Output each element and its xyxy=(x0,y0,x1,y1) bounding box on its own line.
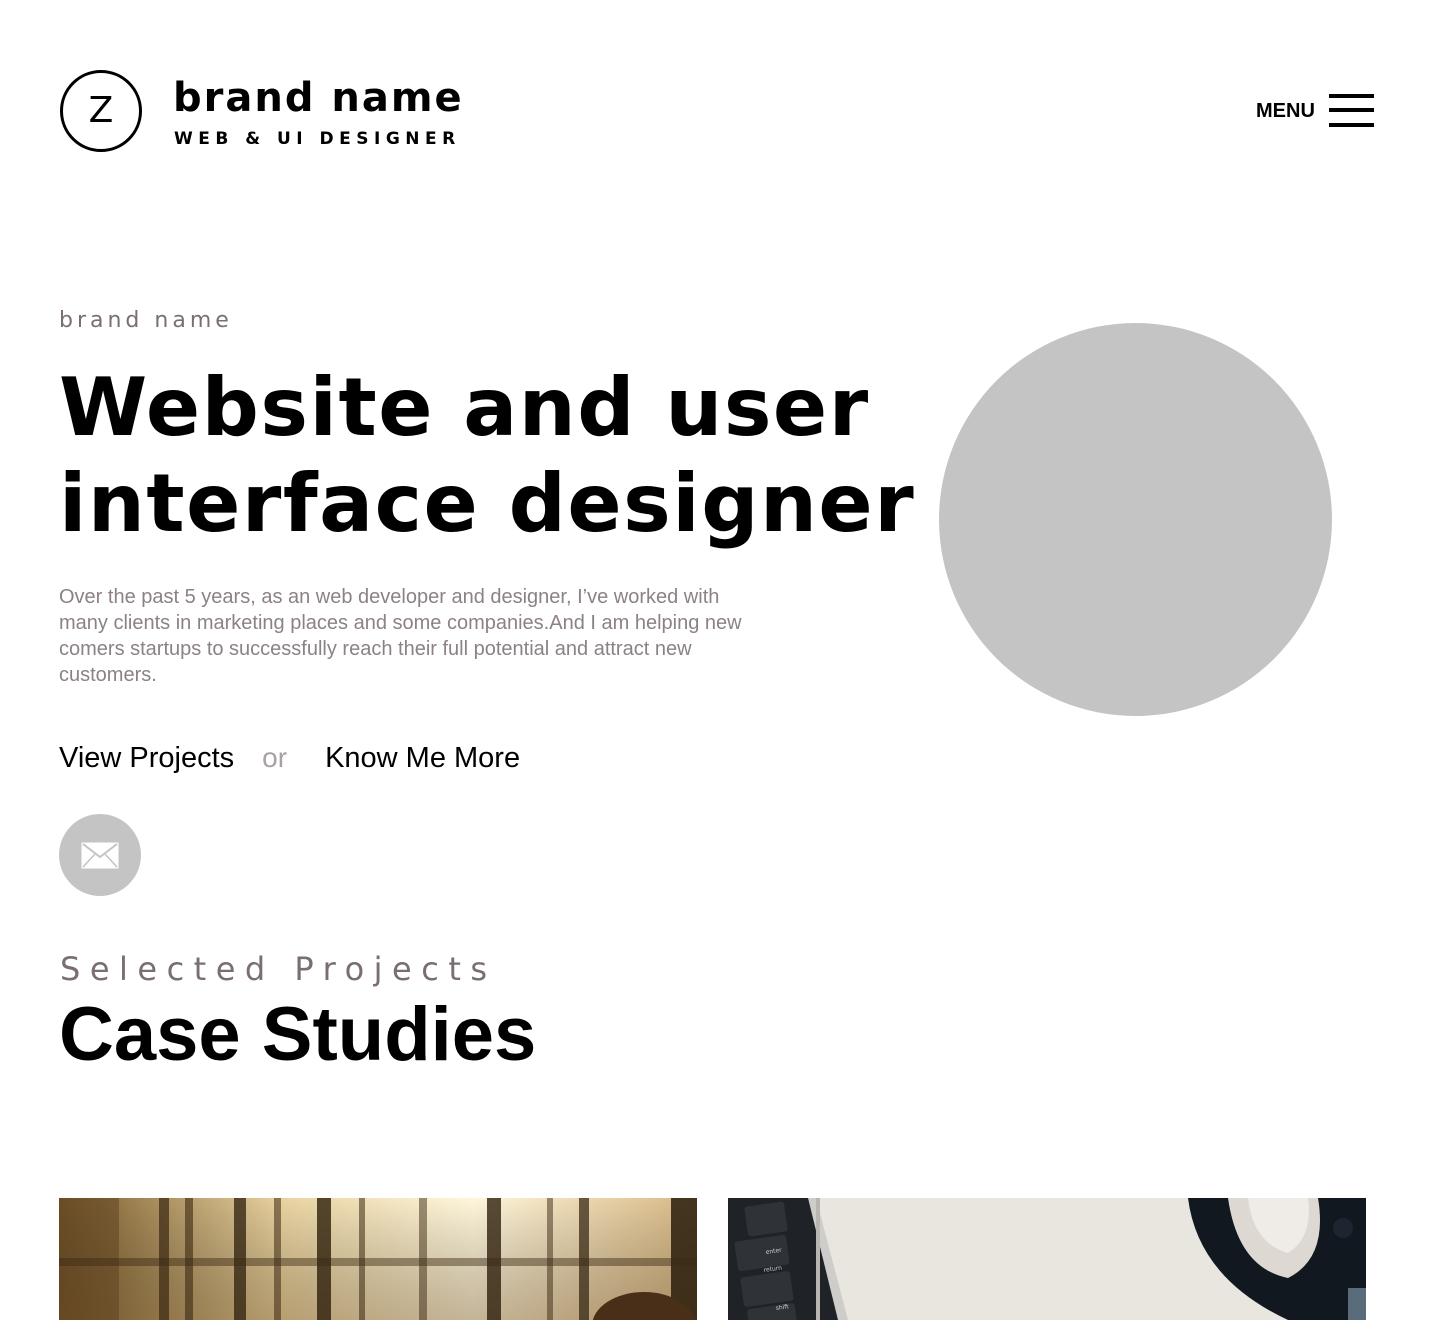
hero-title-line-2: interface designer xyxy=(59,457,916,550)
hero-title: Website and user interface designer xyxy=(59,360,929,552)
project-card-1[interactable] xyxy=(59,1198,697,1320)
cta-row: View Projects or Know Me More xyxy=(59,738,520,778)
section-title: Case Studies xyxy=(59,992,537,1077)
hamburger-icon xyxy=(1328,93,1374,129)
mail-icon xyxy=(81,842,119,868)
hero-description: Over the past 5 years, as an web develop… xyxy=(59,586,742,686)
menu-button[interactable]: MENU xyxy=(1256,92,1380,130)
brand-name[interactable]: brand name xyxy=(173,76,464,120)
logo-letter: Z xyxy=(88,90,114,131)
hero-title-line-1: Website and user xyxy=(59,361,870,454)
profile-photo-placeholder xyxy=(939,323,1332,716)
email-button[interactable] xyxy=(59,814,141,896)
menu-label: MENU xyxy=(1256,100,1315,122)
project-card-2[interactable]: enter return shift xyxy=(728,1198,1366,1320)
cta-separator: or xyxy=(262,742,288,773)
hero-eyebrow: brand name xyxy=(59,308,233,333)
project-thumbnail-1 xyxy=(59,1198,697,1320)
section-eyebrow: Selected Projects xyxy=(60,950,497,988)
know-me-more-link[interactable]: Know Me More xyxy=(325,742,520,775)
brand-tagline: WEB & UI DESIGNER xyxy=(174,129,461,149)
view-projects-link[interactable]: View Projects xyxy=(59,742,234,775)
logo-mark[interactable]: Z xyxy=(60,70,142,152)
project-thumbnail-2: enter return shift xyxy=(728,1198,1366,1320)
